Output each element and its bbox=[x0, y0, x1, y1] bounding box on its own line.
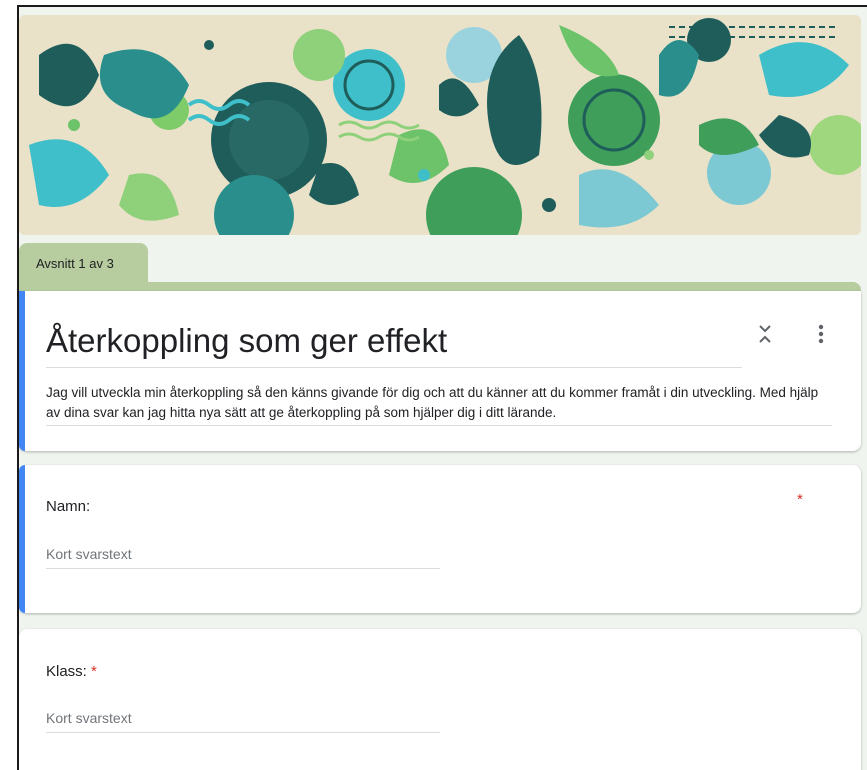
short-answer-input[interactable] bbox=[46, 540, 440, 569]
question-label: Namn: bbox=[46, 498, 91, 515]
header-banner-image bbox=[19, 15, 861, 235]
banner-illustration bbox=[19, 15, 861, 235]
collapse-section-icon[interactable] bbox=[752, 321, 778, 347]
form-header-card: Återkoppling som ger effekt Jag vill utv… bbox=[19, 291, 861, 451]
question-card-name[interactable]: Namn: * bbox=[19, 465, 861, 613]
required-asterisk: * bbox=[797, 491, 803, 508]
question-label-row: Klass: * bbox=[46, 663, 97, 680]
question-label: Klass: bbox=[46, 663, 87, 680]
form-title[interactable]: Återkoppling som ger effekt bbox=[46, 319, 742, 368]
short-answer-input[interactable] bbox=[46, 704, 440, 733]
active-accent-bar bbox=[19, 465, 25, 613]
form-page: Avsnitt 1 av 3 Återkoppling som ger effe… bbox=[17, 5, 867, 770]
section-indicator-label: Avsnitt 1 av 3 bbox=[36, 256, 114, 271]
required-asterisk: * bbox=[91, 663, 97, 680]
section-indicator-tab: Avsnitt 1 av 3 bbox=[19, 243, 148, 285]
active-accent-bar bbox=[19, 291, 25, 451]
form-description[interactable]: Jag vill utveckla min återkoppling så de… bbox=[46, 383, 832, 426]
more-vert-icon[interactable] bbox=[809, 321, 833, 347]
question-card-class[interactable]: Klass: * bbox=[19, 629, 861, 770]
